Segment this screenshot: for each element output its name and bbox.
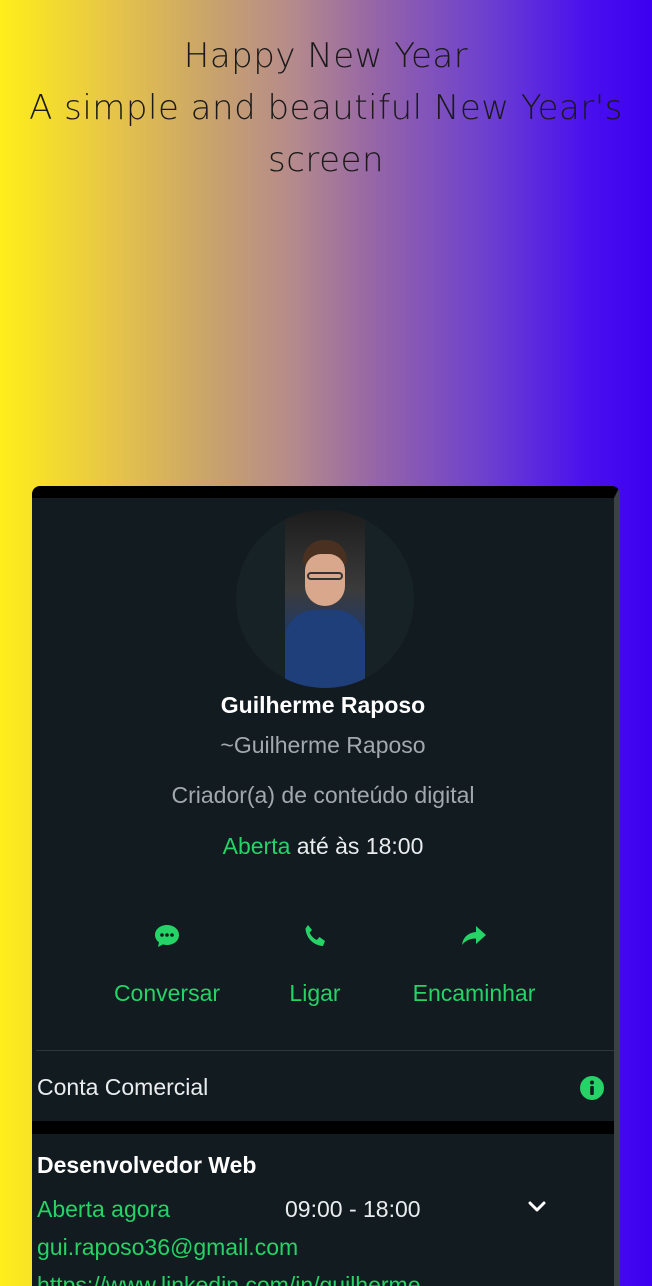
website-link[interactable]: https://www.linkedin.com/in/guilherme (37, 1272, 421, 1286)
profile-card: Guilherme Raposo ~Guilherme Raposo Criad… (32, 486, 620, 1286)
section-separator (32, 1121, 614, 1134)
headline-subtitle-line2: screen (267, 140, 385, 180)
profile-photo (285, 510, 365, 688)
avatar[interactable] (236, 510, 414, 688)
chat-button[interactable]: Conversar (102, 916, 232, 1007)
forward-button[interactable]: Encaminhar (404, 916, 544, 1007)
profile-category: Criador(a) de conteúdo digital (171, 782, 475, 808)
open-now-status: Aberta agora (37, 1196, 170, 1222)
call-label: Ligar (289, 980, 341, 1006)
forward-label: Encaminhar (412, 980, 536, 1006)
email-link[interactable]: gui.raposo36@gmail.com (37, 1234, 298, 1261)
open-status: Aberta (222, 833, 291, 859)
headline-title: Happy New Year (183, 36, 469, 76)
phone-icon (270, 916, 360, 956)
forward-icon (404, 916, 544, 956)
chat-label: Conversar (113, 980, 221, 1006)
profile-push-name: ~Guilherme Raposo (220, 732, 426, 758)
call-button[interactable]: Ligar (270, 916, 360, 1007)
business-account-label: Conta Comercial (37, 1074, 209, 1100)
divider (36, 1050, 614, 1051)
profile-name: Guilherme Raposo (220, 692, 426, 718)
info-icon[interactable] (580, 1076, 604, 1100)
headline-subtitle-line1: A simple and beautiful New Year's (29, 88, 623, 128)
business-description: Desenvolvedor Web (37, 1152, 257, 1178)
open-until: até às 18:00 (290, 833, 424, 859)
business-hours-status: Aberta até às 18:00 (32, 833, 614, 860)
headline: Happy New Year A simple and beautiful Ne… (0, 30, 652, 186)
opening-hours: 09:00 - 18:00 (285, 1196, 421, 1222)
message-icon (102, 916, 232, 956)
chevron-down-icon[interactable] (528, 1200, 546, 1219)
action-bar: Conversar Ligar Encaminhar (32, 916, 614, 1016)
